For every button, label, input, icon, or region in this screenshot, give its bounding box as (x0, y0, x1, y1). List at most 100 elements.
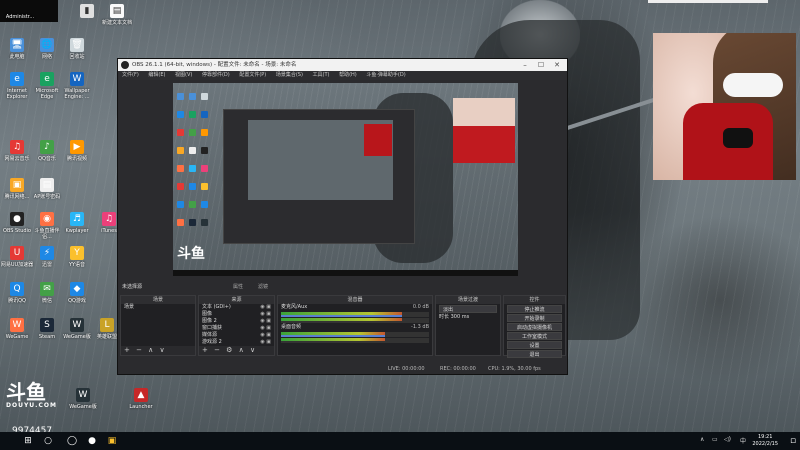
obs-window[interactable]: OBS 26.1.1 (64-bit, windows) - 配置文件: 未命名… (117, 58, 568, 375)
menu-tools[interactable]: 工具(T) (313, 72, 330, 78)
preview-desktop-icon (177, 147, 184, 154)
desktop-icon[interactable]: ⚡ 迅雷 (30, 246, 64, 268)
scene-item[interactable]: 场景 (121, 304, 195, 311)
folder-icon[interactable]: ▣ (106, 435, 118, 447)
desktop-icon[interactable]: ▣ 腾讯网络... (0, 178, 34, 200)
filters-button[interactable]: 滤镜 (258, 282, 268, 292)
eye-icon[interactable]: ◉ ▣ (260, 332, 271, 339)
webcam-overlay (653, 33, 796, 180)
eye-icon[interactable]: ◉ ▣ (260, 311, 271, 318)
desktop-icon[interactable]: e Microsoft Edge (30, 72, 64, 100)
source-item[interactable]: 窗口捕获 ◉ ▣ (199, 325, 274, 332)
app-icon: W (70, 318, 84, 332)
eye-icon[interactable]: ◉ ▣ (260, 325, 271, 332)
exit-button[interactable]: 退出 (507, 350, 562, 358)
desktop-icon[interactable]: ▶ 腾讯视频 (60, 140, 94, 162)
desktop-icon[interactable]: ◉ 斗鱼直播伴侣... (30, 212, 64, 240)
desktop-icon[interactable]: S Steam (30, 318, 64, 340)
studio-mode-button[interactable]: 工作室模式 (507, 332, 562, 340)
transitions-dock: 场景过渡 淡出 时长 300 ms (435, 295, 501, 356)
settings-button[interactable]: 设置 (507, 341, 562, 349)
transition-duration-input[interactable]: 300 ms (451, 314, 470, 320)
taskbar-clock[interactable]: 19:21 2022/2/15 (752, 434, 778, 448)
app-icon: ◆ (70, 282, 84, 296)
source-item[interactable]: 游戏源 2 ◉ ▣ (199, 339, 274, 346)
menu-edit[interactable]: 编辑(E) (148, 72, 165, 78)
menu-douyu-danmu[interactable]: 斗鱼·弹幕助手(D) (366, 72, 405, 78)
volume-slider[interactable] (281, 335, 385, 337)
desktop-icon[interactable]: W WeGame (0, 318, 34, 340)
audio-meter[interactable] (281, 332, 429, 337)
source-item[interactable]: 媒体源 ◉ ▣ (199, 332, 274, 339)
start-recording-button[interactable]: 开始录制 (507, 314, 562, 322)
menu-scene-collection[interactable]: 场景集合(S) (276, 72, 303, 78)
menu-profile[interactable]: 配置文件(P) (239, 72, 266, 78)
desktop-icon-top-2[interactable]: ▮ (70, 4, 104, 20)
audio-meter[interactable] (281, 312, 429, 317)
source-item[interactable]: 文本 (GDI+) ◉ ▣ (199, 304, 274, 311)
sources-toolbar[interactable]: + − ⚙ ∧ ∨ (199, 346, 274, 355)
desktop-icon[interactable]: 🗑 回收站 (60, 38, 94, 60)
preview-desktop-icon (189, 219, 196, 226)
volume-slider[interactable] (281, 315, 403, 317)
app-icon: ♬ (70, 212, 84, 226)
eye-icon[interactable]: ◉ ▣ (260, 318, 271, 325)
tray-chevron-icon[interactable]: ∧ (700, 436, 704, 443)
desktop-icon[interactable]: ✉ 微信 (30, 282, 64, 304)
virtual-camera-button[interactable]: 启动虚拟摄像机 (507, 323, 562, 331)
desktop-icon[interactable]: ◆ QQ游戏 (60, 282, 94, 304)
desktop-icon[interactable]: 🖥 此电脑 (0, 38, 34, 60)
menu-view[interactable]: 视图(V) (175, 72, 192, 78)
desktop-icon[interactable]: W Wallpaper Engine: ... (60, 72, 94, 100)
desktop-icon[interactable]: ▲ Launcher (124, 388, 158, 410)
obs-preview-canvas[interactable]: 斗鱼 (173, 83, 518, 276)
task-view-icon[interactable]: ◯ (66, 435, 78, 447)
close-icon[interactable]: ✕ (549, 59, 565, 71)
scenes-toolbar[interactable]: + − ∧ ∨ (121, 346, 195, 355)
desktop-icon[interactable]: ▤ AP账号密码 (30, 178, 64, 200)
minimize-icon[interactable]: – (517, 59, 533, 71)
maximize-icon[interactable]: ☐ (533, 59, 549, 71)
menu-docks[interactable]: 停靠部件(D) (202, 72, 230, 78)
desktop-icon[interactable]: ♫ 网易云音乐 (0, 140, 34, 162)
rec-timer: REC: 00:00:00 (440, 366, 476, 372)
desktop-icon[interactable]: e Internet Explorer (0, 72, 34, 100)
ime-icon[interactable]: 中 (740, 436, 746, 445)
source-item[interactable]: 图像 2 ◉ ▣ (199, 318, 274, 325)
desktop-icon[interactable]: ♬ Kwplayer (60, 212, 94, 234)
preview-desktop-icon (189, 111, 196, 118)
preview-desktop-icon (177, 129, 184, 136)
menu-help[interactable]: 帮助(H) (339, 72, 357, 78)
preview-nested-obs (223, 109, 415, 244)
desktop-icon-text-doc[interactable]: ▤ 新建文本文档 (100, 4, 134, 26)
desktop-icon[interactable]: U 网易UU加速器 (0, 246, 34, 268)
desktop-icon[interactable]: 🌐 网络 (30, 38, 64, 60)
app-icon: ⚡ (40, 246, 54, 260)
properties-button[interactable]: 属性 (233, 282, 243, 292)
preview-desktop-icon (201, 183, 208, 190)
desktop-icon[interactable]: Q 腾讯QQ (0, 282, 34, 304)
desktop-icon[interactable]: ♪ QQ音乐 (30, 140, 64, 162)
volume-icon[interactable]: ◁) (724, 436, 731, 443)
desktop-icon[interactable]: W WeGame版 (60, 318, 94, 340)
start-icon[interactable]: ⊞ (22, 435, 34, 447)
transition-select[interactable]: 淡出 (439, 305, 497, 313)
preview-desktop-icon (189, 129, 196, 136)
app-icon: ▶ (70, 140, 84, 154)
app-icon: W (10, 318, 24, 332)
desktop-icon[interactable]: Y YY语音 (60, 246, 94, 268)
desktop-icon[interactable]: ● OBS Studio (0, 212, 34, 234)
eye-icon[interactable]: ◉ ▣ (260, 339, 271, 346)
desktop-icon-admin[interactable]: Administr... (0, 14, 40, 20)
notification-icon[interactable]: ▫ (788, 435, 798, 447)
preview-desktop-icon (177, 165, 184, 172)
menu-file[interactable]: 文件(F) (122, 72, 139, 78)
obs-taskbar-icon[interactable]: ● (86, 435, 98, 447)
stop-streaming-button[interactable]: 停止推流 (507, 305, 562, 313)
network-icon[interactable]: ▭ (712, 436, 718, 443)
obs-title-bar[interactable]: OBS 26.1.1 (64-bit, windows) - 配置文件: 未命名… (118, 59, 567, 71)
search-icon[interactable]: ○ (42, 435, 54, 447)
desktop-icon[interactable]: W WeGame版 (66, 388, 100, 410)
eye-icon[interactable]: ◉ ▣ (260, 304, 271, 311)
source-item[interactable]: 图像 ◉ ▣ (199, 311, 274, 318)
